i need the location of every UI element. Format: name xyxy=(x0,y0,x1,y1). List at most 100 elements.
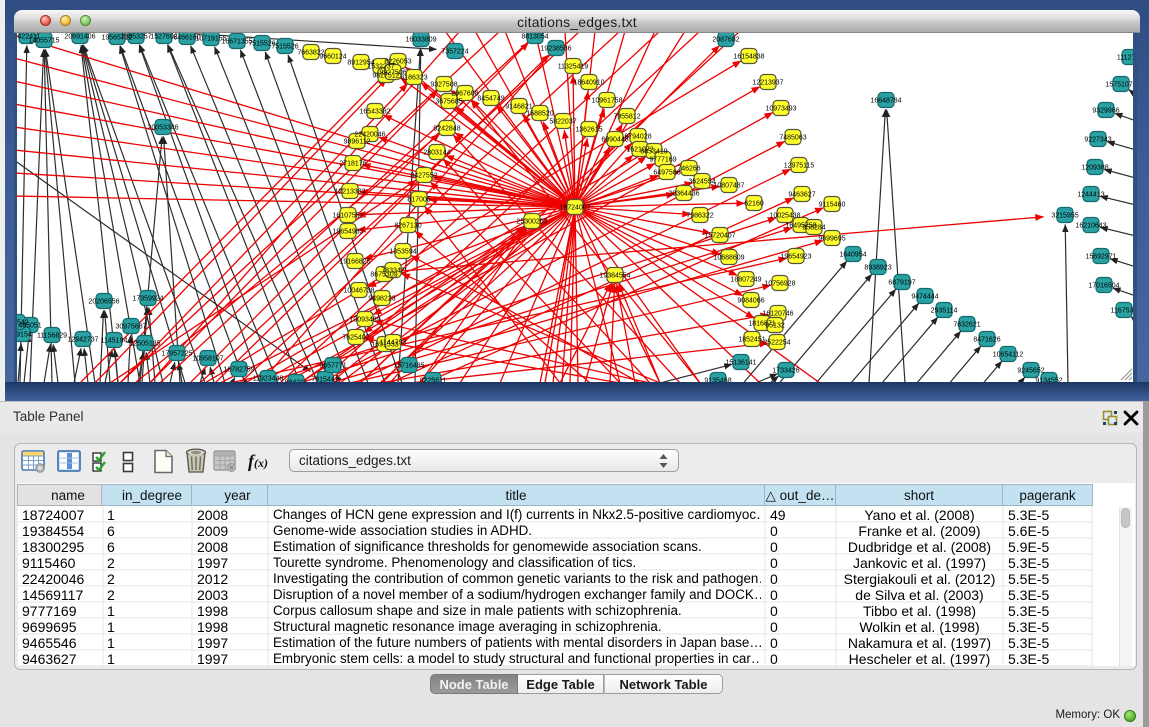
svg-text:6794028: 6794028 xyxy=(624,134,651,141)
svg-text:9245652: 9245652 xyxy=(1017,368,1044,375)
svg-text:14055715: 14055715 xyxy=(28,38,59,45)
svg-text:15720407: 15720407 xyxy=(704,233,735,240)
svg-text:25300203: 25300203 xyxy=(516,219,547,226)
svg-text:9777169: 9777169 xyxy=(649,157,676,164)
svg-text:10973493: 10973493 xyxy=(765,106,796,113)
svg-text:12505135: 12505135 xyxy=(129,341,160,348)
svg-text:6879197: 6879197 xyxy=(888,280,915,287)
svg-text:16154838: 16154838 xyxy=(733,54,764,61)
svg-text:7357224: 7357224 xyxy=(441,49,468,56)
svg-text:10688609: 10688609 xyxy=(713,255,744,262)
svg-text:10025438: 10025438 xyxy=(769,213,800,220)
svg-text:2522254: 2522254 xyxy=(763,340,790,347)
svg-text:10756928: 10756928 xyxy=(764,281,795,288)
svg-text:7815441: 7815441 xyxy=(311,377,338,383)
svg-text:11156829: 11156829 xyxy=(37,333,67,340)
svg-text:931542: 931542 xyxy=(17,320,29,327)
svg-text:7986322: 7986322 xyxy=(686,213,713,220)
svg-text:19654983: 19654983 xyxy=(332,229,363,236)
svg-text:9329966: 9329966 xyxy=(1092,108,1119,115)
svg-text:30975687: 30975687 xyxy=(115,324,146,331)
svg-text:16033809: 16033809 xyxy=(405,37,436,44)
svg-text:8813054: 8813054 xyxy=(521,34,548,41)
svg-text:20206556: 20206556 xyxy=(88,299,119,306)
svg-text:18724007: 18724007 xyxy=(559,205,590,212)
svg-text:19654923: 19654923 xyxy=(780,254,811,261)
svg-text:1112733: 1112733 xyxy=(1117,55,1133,62)
svg-text:8471626: 8471626 xyxy=(973,337,1000,344)
svg-text:10654112: 10654112 xyxy=(993,352,1024,359)
svg-text:984211: 984211 xyxy=(285,380,308,383)
svg-text:8225611: 8225611 xyxy=(420,378,447,383)
svg-text:9146821: 9146821 xyxy=(505,104,532,111)
svg-text:12975115: 12975115 xyxy=(784,163,815,170)
svg-text:16107552: 16107552 xyxy=(332,213,363,220)
svg-text:1144793: 1144793 xyxy=(380,340,407,347)
svg-text:10958107: 10958107 xyxy=(192,356,223,363)
svg-text:95132: 95132 xyxy=(765,323,785,330)
svg-text:7625402: 7625402 xyxy=(342,335,369,342)
svg-text:7485063: 7485063 xyxy=(779,135,806,142)
svg-text:783342: 783342 xyxy=(381,268,404,275)
svg-text:1353594: 1353594 xyxy=(389,249,416,256)
svg-text:3624554: 3624554 xyxy=(688,179,715,186)
svg-text:2803144: 2803144 xyxy=(423,150,450,157)
svg-text:2087682: 2087682 xyxy=(712,37,739,44)
svg-text:1209388: 1209388 xyxy=(1081,165,1108,172)
svg-text:9657771: 9657771 xyxy=(319,363,346,370)
svg-text:15136141: 15136141 xyxy=(725,360,756,367)
svg-text:20691406: 20691406 xyxy=(64,34,95,41)
svg-text:19384554: 19384554 xyxy=(599,273,630,280)
svg-text:10961758: 10961758 xyxy=(591,98,622,105)
svg-text:9084066: 9084066 xyxy=(737,298,764,305)
svg-text:10853257: 10853257 xyxy=(120,34,151,41)
svg-text:746266: 746266 xyxy=(677,166,700,173)
svg-text:8427552: 8427552 xyxy=(410,173,437,180)
svg-text:2935114: 2935114 xyxy=(931,308,958,315)
svg-text:22420046: 22420046 xyxy=(354,132,385,139)
svg-text:15692971: 15692971 xyxy=(1085,254,1116,261)
svg-text:20053346: 20053346 xyxy=(147,125,178,132)
svg-text:15716485: 15716485 xyxy=(393,363,424,370)
svg-text:9327508: 9327508 xyxy=(430,82,457,89)
svg-text:9896112: 9896112 xyxy=(344,139,371,146)
svg-text:18640910: 18640910 xyxy=(573,80,604,87)
svg-text:16210643: 16210643 xyxy=(1075,223,1106,230)
svg-text:9474444: 9474444 xyxy=(911,294,938,301)
svg-text:15751074: 15751074 xyxy=(1105,82,1133,89)
svg-text:8226053: 8226053 xyxy=(384,59,411,66)
svg-text:12942737: 12942737 xyxy=(67,337,98,344)
svg-text:8453419: 8453419 xyxy=(640,149,667,156)
svg-text:2967608: 2967608 xyxy=(451,91,478,98)
svg-text:9242848: 9242848 xyxy=(433,126,460,133)
svg-text:8267130: 8267130 xyxy=(394,223,421,230)
svg-text:7955812: 7955812 xyxy=(613,114,640,121)
svg-text:1640954: 1640954 xyxy=(839,252,866,259)
svg-text:16543382: 16543382 xyxy=(359,109,390,116)
svg-text:9134552: 9134552 xyxy=(1035,378,1062,383)
svg-text:10046738: 10046738 xyxy=(343,288,374,295)
svg-text:1588520: 1588520 xyxy=(526,111,553,118)
svg-text:17016504: 17016504 xyxy=(1088,283,1119,290)
svg-text:7632621: 7632621 xyxy=(953,322,980,329)
svg-text:1733426: 1733426 xyxy=(772,368,799,375)
svg-text:7515526: 7515526 xyxy=(271,44,298,51)
svg-text:9227343: 9227343 xyxy=(1084,137,1111,144)
svg-text:12213383: 12213383 xyxy=(334,189,365,196)
svg-text:17957225: 17957225 xyxy=(161,351,192,358)
svg-text:10807487: 10807487 xyxy=(713,183,744,190)
svg-text:20364436: 20364436 xyxy=(668,191,699,198)
svg-text:958284: 958284 xyxy=(802,225,825,232)
svg-text:16782759: 16782759 xyxy=(223,367,254,374)
svg-text:9135468: 9135468 xyxy=(704,378,731,383)
svg-text:16120746: 16120746 xyxy=(762,311,793,318)
svg-text:1167533: 1167533 xyxy=(1111,308,1133,315)
svg-text:3215955: 3215955 xyxy=(1051,213,1078,220)
svg-text:1244413: 1244413 xyxy=(1077,192,1104,199)
svg-text:19166825: 19166825 xyxy=(339,259,370,266)
svg-text:12213937: 12213937 xyxy=(752,80,783,87)
svg-text:10093489: 10093489 xyxy=(349,317,380,324)
svg-text:8938923: 8938923 xyxy=(864,265,891,272)
svg-text:9699695: 9699695 xyxy=(818,236,845,243)
svg-text:5822037: 5822037 xyxy=(549,119,576,126)
